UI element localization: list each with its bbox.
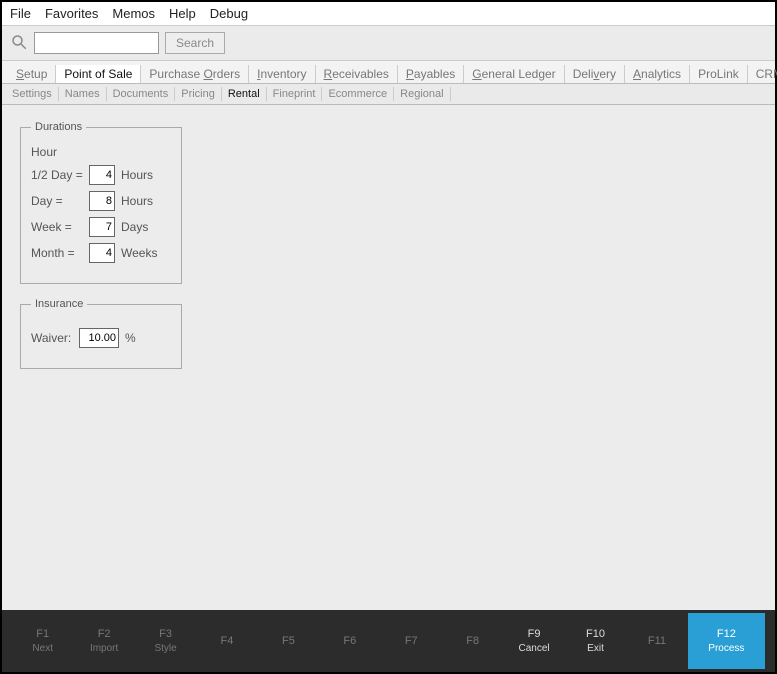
search-button[interactable]: Search — [165, 32, 225, 54]
tab-analytics[interactable]: Analytics — [625, 65, 690, 83]
fkey-f1[interactable]: F1Next — [12, 617, 73, 664]
subtab-rental[interactable]: Rental — [222, 87, 267, 101]
fkey-f8[interactable]: F8 — [442, 624, 503, 658]
fkey-f12[interactable]: F12Process — [688, 613, 765, 668]
searchbar: Search — [2, 26, 775, 61]
subtab-documents[interactable]: Documents — [107, 87, 176, 101]
week-label: Week = — [31, 220, 89, 234]
subtab-regional[interactable]: Regional — [394, 87, 450, 101]
day-unit: Hours — [121, 194, 153, 208]
month-label: Month = — [31, 246, 89, 260]
waiver-input[interactable] — [79, 328, 119, 348]
row-week: Week = Days — [31, 217, 171, 237]
fkey-f4[interactable]: F4 — [196, 624, 257, 658]
menu-file[interactable]: File — [10, 6, 31, 21]
day-input[interactable] — [89, 191, 115, 211]
tab-payables[interactable]: Payables — [398, 65, 464, 83]
fkey-f9[interactable]: F9Cancel — [503, 617, 564, 664]
half-day-input[interactable] — [89, 165, 115, 185]
content-area: Durations Hour 1/2 Day = Hours Day = Hou… — [2, 105, 775, 610]
menu-favorites[interactable]: Favorites — [45, 6, 98, 21]
hour-label: Hour — [31, 145, 171, 159]
subtab-names[interactable]: Names — [59, 87, 107, 101]
row-half-day: 1/2 Day = Hours — [31, 165, 171, 185]
fkey-f10[interactable]: F10Exit — [565, 617, 626, 664]
half-day-label: 1/2 Day = — [31, 168, 89, 182]
subtab-ecommerce[interactable]: Ecommerce — [322, 87, 394, 101]
row-month: Month = Weeks — [31, 243, 171, 263]
month-unit: Weeks — [121, 246, 157, 260]
durations-group: Durations Hour 1/2 Day = Hours Day = Hou… — [20, 121, 182, 284]
durations-legend: Durations — [31, 121, 86, 133]
insurance-group: Insurance Waiver: % — [20, 298, 182, 369]
fkey-f7[interactable]: F7 — [381, 624, 442, 658]
tab-general-ledger[interactable]: General Ledger — [464, 65, 564, 83]
row-waiver: Waiver: % — [31, 328, 171, 348]
subtab-pricing[interactable]: Pricing — [175, 87, 222, 101]
fkey-f6[interactable]: F6 — [319, 624, 380, 658]
tab-prolink[interactable]: ProLink — [690, 65, 748, 83]
fkey-f5[interactable]: F5 — [258, 624, 319, 658]
fkey-f11[interactable]: F11 — [626, 624, 687, 658]
menubar: File Favorites Memos Help Debug — [2, 2, 775, 26]
primary-tabs: SetupPoint of SalePurchase OrdersInvento… — [2, 61, 775, 84]
month-input[interactable] — [89, 243, 115, 263]
waiver-label: Waiver: — [31, 331, 79, 345]
sub-tabs: SettingsNamesDocumentsPricingRentalFinep… — [2, 84, 775, 105]
app-window: File Favorites Memos Help Debug Search S… — [0, 0, 777, 674]
tab-point-of-sale[interactable]: Point of Sale — [56, 65, 141, 83]
menu-help[interactable]: Help — [169, 6, 196, 21]
day-label: Day = — [31, 194, 89, 208]
fkey-f2[interactable]: F2Import — [73, 617, 134, 664]
search-input[interactable] — [34, 32, 159, 54]
menu-memos[interactable]: Memos — [112, 6, 155, 21]
tab-receivables[interactable]: Receivables — [316, 65, 398, 83]
half-day-unit: Hours — [121, 168, 153, 182]
insurance-legend: Insurance — [31, 298, 87, 310]
subtab-settings[interactable]: Settings — [6, 87, 59, 101]
footer-fkeys: F1NextF2ImportF3StyleF4F5F6F7F8F9CancelF… — [2, 610, 775, 672]
menu-debug[interactable]: Debug — [210, 6, 248, 21]
tab-delivery[interactable]: Delivery — [565, 65, 625, 83]
fkey-f3[interactable]: F3Style — [135, 617, 196, 664]
search-icon — [10, 33, 28, 54]
row-day: Day = Hours — [31, 191, 171, 211]
tab-crm[interactable]: CRM — [748, 65, 777, 83]
waiver-unit: % — [125, 331, 136, 345]
tab-setup[interactable]: Setup — [8, 65, 56, 83]
tab-purchase-orders[interactable]: Purchase Orders — [141, 65, 249, 83]
week-unit: Days — [121, 220, 148, 234]
tab-inventory[interactable]: Inventory — [249, 65, 315, 83]
week-input[interactable] — [89, 217, 115, 237]
subtab-fineprint[interactable]: Fineprint — [267, 87, 323, 101]
